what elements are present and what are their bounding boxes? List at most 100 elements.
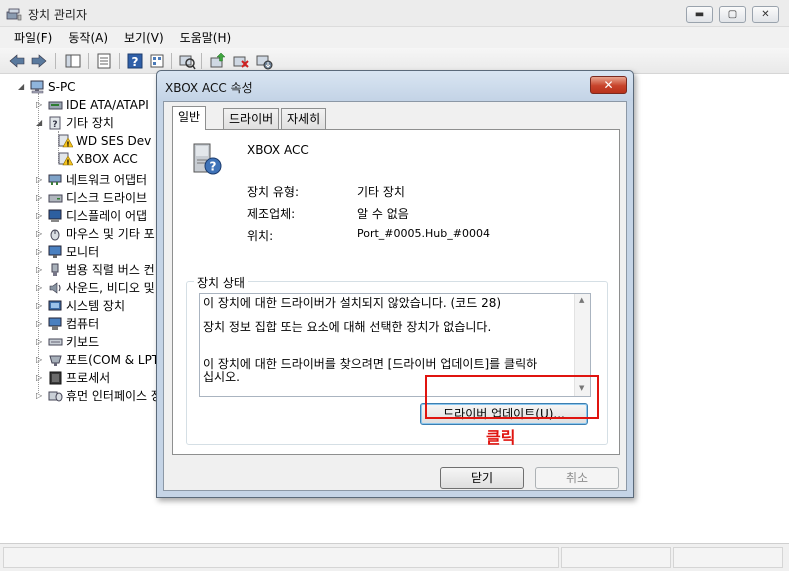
tab-general[interactable]: 일반 — [172, 106, 207, 130]
expand-arrow-icon[interactable]: ▷ — [36, 297, 46, 315]
expand-arrow-icon[interactable]: ▷ — [36, 207, 46, 225]
tab-driver[interactable]: 드라이버 — [223, 108, 280, 129]
expand-arrow-icon[interactable]: ▷ — [36, 261, 46, 279]
tree-root-label: S-PC — [48, 80, 76, 94]
tree-item-label: 범용 직렬 버스 컨 — [66, 263, 155, 277]
port-icon — [48, 353, 63, 367]
status-segment — [561, 547, 671, 568]
expand-arrow-icon[interactable]: ▷ — [36, 243, 46, 261]
ide-icon — [48, 98, 63, 112]
tree-item-label: 휴먼 인터페이스 장 — [66, 389, 162, 403]
collapse-arrow-icon[interactable]: ◢ — [18, 78, 28, 96]
tree-item-label: WD SES Dev — [76, 134, 152, 148]
maximize-button[interactable]: ▢ — [719, 6, 746, 23]
window-title: 장치 관리자 — [28, 8, 88, 22]
collapse-arrow-icon[interactable]: ◢ — [36, 114, 46, 132]
tab-details[interactable]: 자세히 — [281, 108, 327, 129]
location-value: Port_#0005.Hub_#0004 — [357, 227, 490, 240]
forward-arrow-icon[interactable] — [30, 52, 48, 70]
warning-device-icon: ! — [58, 134, 74, 149]
menu-help[interactable]: 도움말(H) — [172, 29, 240, 46]
cancel-button: 취소 — [535, 467, 619, 489]
monitor-icon — [48, 245, 63, 259]
expand-arrow-icon[interactable]: ▷ — [36, 315, 46, 333]
close-button[interactable]: 닫기 — [440, 467, 524, 489]
dialog-close-button[interactable]: ✕ — [590, 76, 627, 94]
update-driver-icon[interactable] — [209, 52, 227, 70]
menu-file[interactable]: 파일(F) — [6, 29, 60, 46]
window-titlebar: 장치 관리자 ▬ ▢ ✕ — [0, 0, 789, 27]
tree-item-label: 모니터 — [66, 245, 100, 259]
status-line: 이 장치에 대한 드라이버가 설치되지 않았습니다. (코드 28) — [203, 296, 502, 310]
minimize-button[interactable]: ▬ — [686, 6, 713, 23]
disable-device-icon[interactable] — [255, 52, 273, 70]
system-device-icon — [48, 299, 63, 313]
tree-item-label: 마우스 및 기타 포 — [66, 227, 155, 241]
keyboard-icon — [48, 335, 63, 349]
dialog-title: XBOX ACC 속성 — [165, 81, 253, 95]
toolbar-separator — [119, 53, 120, 69]
back-arrow-icon[interactable] — [8, 52, 26, 70]
mouse-icon — [48, 227, 63, 241]
scan-hardware-icon[interactable] — [178, 52, 196, 70]
svg-text:?: ? — [132, 55, 139, 69]
click-annotation: 클릭 — [486, 428, 516, 447]
hid-icon — [48, 389, 63, 403]
status-bar — [0, 543, 789, 571]
expand-arrow-icon[interactable]: ▷ — [36, 225, 46, 243]
scroll-up-arrow-icon[interactable]: ▲ — [579, 296, 584, 304]
device-name: XBOX ACC — [247, 143, 309, 157]
network-adapter-icon — [48, 173, 63, 187]
tree-item-label: 프로세서 — [66, 371, 111, 385]
expand-arrow-icon[interactable]: ▷ — [36, 351, 46, 369]
computer-icon — [30, 80, 45, 94]
tree-item-label: XBOX ACC — [76, 152, 138, 166]
device-status-group: 장치 상태 이 장치에 대한 드라이버가 설치되지 않았습니다. (코드 28)… — [186, 274, 608, 445]
menu-view[interactable]: 보기(V) — [116, 29, 172, 46]
manufacturer-value: 알 수 없음 — [357, 207, 409, 221]
dialog-titlebar: XBOX ACC 속성 ✕ — [157, 71, 633, 101]
expand-arrow-icon[interactable]: ▷ — [36, 189, 46, 207]
tree-item-label: 기타 장치 — [66, 116, 114, 130]
properties-icon[interactable] — [95, 52, 113, 70]
computer-icon — [48, 317, 63, 331]
tree-item-label: 포트(COM & LPT) — [66, 353, 164, 367]
toolbar-separator — [201, 53, 202, 69]
menu-bar: 파일(F) 동작(A) 보기(V) 도움말(H) — [0, 27, 789, 48]
location-label: 위치: — [247, 229, 274, 243]
sound-icon — [48, 281, 63, 295]
close-window-button[interactable]: ✕ — [752, 6, 779, 23]
expand-arrow-icon[interactable]: ▷ — [36, 171, 46, 189]
device-type-value: 기타 장치 — [357, 185, 405, 199]
status-segment — [673, 547, 783, 568]
unknown-device-icon: ? — [48, 116, 63, 130]
help-icon[interactable]: ? — [126, 52, 144, 70]
toolbar-separator — [171, 53, 172, 69]
uninstall-device-icon[interactable] — [232, 52, 250, 70]
svg-text:?: ? — [210, 160, 217, 174]
status-segment — [3, 547, 559, 568]
expand-arrow-icon[interactable]: ▷ — [36, 387, 46, 405]
disk-drive-icon — [48, 191, 63, 205]
expand-arrow-icon[interactable]: ▷ — [36, 369, 46, 387]
expand-arrow-icon[interactable]: ▷ — [36, 279, 46, 297]
tree-item-label: 디스크 드라이브 — [66, 191, 148, 205]
console-tree-icon[interactable] — [64, 52, 82, 70]
properties-dialog: XBOX ACC 속성 ✕ 일반 드라이버 자세히 ? XBOX ACC 장치 … — [156, 70, 634, 498]
click-highlight-box — [425, 375, 599, 419]
svg-text:?: ? — [52, 120, 57, 130]
usb-icon — [48, 263, 63, 277]
toolbar-separator — [88, 53, 89, 69]
svg-text:!: ! — [66, 141, 69, 149]
expand-arrow-icon[interactable]: ▷ — [36, 96, 46, 114]
menu-action[interactable]: 동작(A) — [60, 29, 116, 46]
display-adapter-icon — [48, 209, 63, 223]
expand-arrow-icon[interactable]: ▷ — [36, 333, 46, 351]
view-list-icon[interactable] — [148, 52, 166, 70]
tree-item-label: 네트워크 어댑터 — [66, 173, 148, 187]
warning-device-icon: ! — [58, 152, 74, 167]
tree-item-label: 사운드, 비디오 및 — [66, 281, 155, 295]
svg-text:!: ! — [66, 159, 69, 167]
tree-item-label: 시스템 장치 — [66, 299, 126, 313]
tree-item-label: 디스플레이 어댑 — [66, 209, 148, 223]
